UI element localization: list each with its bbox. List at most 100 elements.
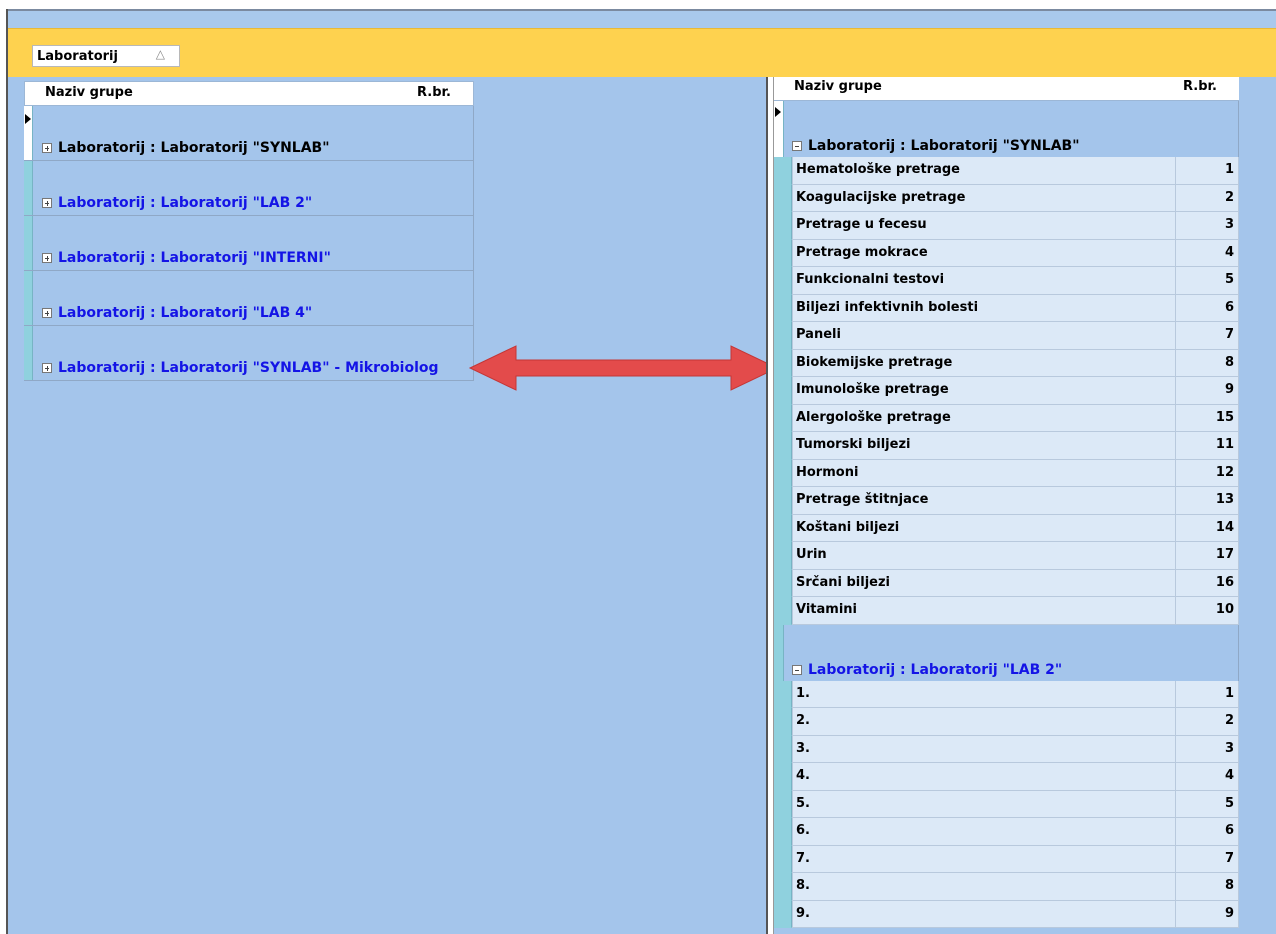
row-indicator[interactable]	[774, 267, 792, 295]
cell-naziv-grupe[interactable]: 1.	[792, 680, 1175, 708]
group-row[interactable]: Laboratorij : Laboratorij "SYNLAB"	[24, 106, 474, 161]
column-header-naziv-grupe[interactable]: Naziv grupe	[45, 82, 417, 105]
cell-naziv-grupe[interactable]: Pretrage u fecesu	[792, 212, 1175, 240]
cell-rbr[interactable]: 7	[1175, 845, 1239, 873]
cell-rbr[interactable]: 11	[1175, 432, 1239, 460]
row-indicator[interactable]	[774, 459, 792, 487]
table-row[interactable]: Urin 17	[774, 542, 1239, 570]
row-indicator[interactable]	[774, 818, 792, 846]
table-row[interactable]: Imunološke pretrage 9	[774, 377, 1239, 405]
row-indicator[interactable]	[774, 763, 792, 791]
column-header-rbr[interactable]: R.br.	[1183, 77, 1239, 100]
cell-naziv-grupe[interactable]: 6.	[792, 818, 1175, 846]
row-indicator[interactable]	[774, 873, 792, 901]
cell-naziv-grupe[interactable]: Pretrage štitnjace	[792, 487, 1175, 515]
cell-naziv-grupe[interactable]: Biljezi infektivnih bolesti	[792, 294, 1175, 322]
row-indicator[interactable]	[774, 597, 792, 625]
table-row[interactable]: Pretrage štitnjace 13	[774, 487, 1239, 515]
table-row[interactable]: 5. 5	[774, 790, 1239, 818]
table-row[interactable]: 7. 7	[774, 845, 1239, 873]
cell-naziv-grupe[interactable]: Urin	[792, 542, 1175, 570]
cell-naziv-grupe[interactable]: 4.	[792, 763, 1175, 791]
table-row[interactable]: Pretrage u fecesu 3	[774, 212, 1239, 240]
table-row[interactable]: 4. 4	[774, 763, 1239, 791]
cell-rbr[interactable]: 6	[1175, 818, 1239, 846]
cell-naziv-grupe[interactable]: Funkcionalni testovi	[792, 267, 1175, 295]
table-row[interactable]: Koagulacijske pretrage 2	[774, 184, 1239, 212]
row-indicator[interactable]	[774, 404, 792, 432]
cell-naziv-grupe[interactable]: Alergološke pretrage	[792, 404, 1175, 432]
row-indicator[interactable]	[774, 569, 792, 597]
cell-naziv-grupe[interactable]: 8.	[792, 873, 1175, 901]
cell-naziv-grupe[interactable]: Hematološke pretrage	[792, 157, 1175, 185]
collapse-icon[interactable]	[792, 664, 802, 675]
table-row[interactable]: Vitamini 10	[774, 597, 1239, 625]
table-row[interactable]: 8. 8	[774, 873, 1239, 901]
group-row[interactable]: Laboratorij : Laboratorij "LAB 4"	[24, 271, 474, 326]
cell-naziv-grupe[interactable]: Biokemijske pretrage	[792, 349, 1175, 377]
row-indicator[interactable]	[774, 349, 792, 377]
expand-icon[interactable]	[42, 198, 52, 208]
expand-icon[interactable]	[42, 143, 52, 153]
cell-rbr[interactable]: 17	[1175, 542, 1239, 570]
group-row[interactable]: Laboratorij : Laboratorij "INTERNI"	[24, 216, 474, 271]
cell-rbr[interactable]: 16	[1175, 569, 1239, 597]
cell-rbr[interactable]: 10	[1175, 597, 1239, 625]
group-row[interactable]: Laboratorij : Laboratorij "SYNLAB" - Mik…	[24, 326, 474, 381]
cell-naziv-grupe[interactable]: 2.	[792, 708, 1175, 736]
table-row[interactable]: 1. 1	[774, 680, 1239, 708]
row-indicator[interactable]	[774, 487, 792, 515]
row-indicator[interactable]	[774, 157, 792, 185]
group-row[interactable]: Laboratorij : Laboratorij "LAB 2"	[24, 161, 474, 216]
group-row-synlab[interactable]: Laboratorij : Laboratorij "SYNLAB"	[774, 101, 1239, 157]
row-indicator[interactable]	[24, 326, 33, 380]
cell-rbr[interactable]: 1	[1175, 157, 1239, 185]
cell-naziv-grupe[interactable]: Koštani biljezi	[792, 514, 1175, 542]
cell-rbr[interactable]: 12	[1175, 459, 1239, 487]
cell-rbr[interactable]: 5	[1175, 790, 1239, 818]
cell-rbr[interactable]: 6	[1175, 294, 1239, 322]
cell-naziv-grupe[interactable]: Imunološke pretrage	[792, 377, 1175, 405]
table-row[interactable]: Alergološke pretrage 15	[774, 404, 1239, 432]
cell-naziv-grupe[interactable]: Vitamini	[792, 597, 1175, 625]
row-indicator[interactable]	[774, 514, 792, 542]
table-row[interactable]: Paneli 7	[774, 322, 1239, 350]
group-row-lab-2[interactable]: Laboratorij : Laboratorij "LAB 2"	[774, 624, 1239, 681]
table-row[interactable]: 9. 9	[774, 900, 1239, 928]
row-indicator[interactable]	[774, 377, 792, 405]
cell-naziv-grupe[interactable]: 5.	[792, 790, 1175, 818]
cell-rbr[interactable]: 2	[1175, 184, 1239, 212]
table-row[interactable]: Biljezi infektivnih bolesti 6	[774, 294, 1239, 322]
table-row[interactable]: Biokemijske pretrage 8	[774, 349, 1239, 377]
row-indicator[interactable]	[24, 161, 33, 215]
row-indicator[interactable]	[774, 680, 792, 708]
cell-rbr[interactable]: 3	[1175, 212, 1239, 240]
cell-rbr[interactable]: 3	[1175, 735, 1239, 763]
splitter[interactable]	[766, 77, 774, 934]
cell-rbr[interactable]: 14	[1175, 514, 1239, 542]
row-indicator[interactable]	[24, 216, 33, 270]
row-indicator[interactable]	[774, 845, 792, 873]
cell-naziv-grupe[interactable]: Koagulacijske pretrage	[792, 184, 1175, 212]
table-row[interactable]: 2. 2	[774, 708, 1239, 736]
cell-naziv-grupe[interactable]: Pretrage mokrace	[792, 239, 1175, 267]
table-row[interactable]: Tumorski biljezi 11	[774, 432, 1239, 460]
cell-rbr[interactable]: 5	[1175, 267, 1239, 295]
table-row[interactable]: Koštani biljezi 14	[774, 514, 1239, 542]
expand-icon[interactable]	[42, 363, 52, 373]
row-indicator[interactable]	[774, 212, 792, 240]
column-header-rbr[interactable]: R.br.	[417, 82, 473, 105]
row-indicator[interactable]	[774, 101, 784, 157]
table-row[interactable]: Hormoni 12	[774, 459, 1239, 487]
cell-rbr[interactable]: 8	[1175, 873, 1239, 901]
cell-rbr[interactable]: 2	[1175, 708, 1239, 736]
sort-ascending-icon[interactable]: △	[156, 47, 165, 61]
collapse-icon[interactable]	[792, 141, 802, 151]
cell-naziv-grupe[interactable]: Tumorski biljezi	[792, 432, 1175, 460]
cell-rbr[interactable]: 15	[1175, 404, 1239, 432]
row-indicator[interactable]	[774, 184, 792, 212]
expand-icon[interactable]	[42, 308, 52, 318]
table-row[interactable]: Pretrage mokrace 4	[774, 239, 1239, 267]
column-header-naziv-grupe[interactable]: Naziv grupe	[794, 77, 1183, 100]
table-row[interactable]: Hematološke pretrage 1	[774, 157, 1239, 185]
